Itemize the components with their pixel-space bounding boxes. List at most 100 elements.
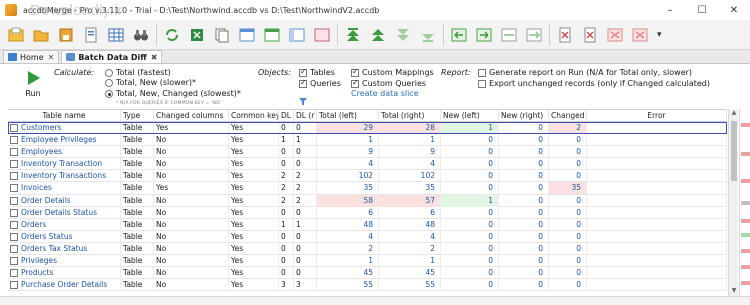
remove-record-right-icon[interactable] [630, 24, 650, 46]
queries-checkbox[interactable]: Queries [299, 78, 341, 88]
table-row[interactable]: Order Details Table No Yes 2 2 58 57 1 0 0 [8, 194, 727, 207]
table-name-cell[interactable]: Invoices [8, 182, 121, 195]
copy-right-icon[interactable] [474, 24, 494, 46]
previous-difference-icon[interactable] [368, 24, 388, 46]
row-select-checkbox[interactable] [10, 232, 18, 241]
table-name-cell[interactable]: Products [8, 267, 121, 280]
col-common-key[interactable]: Common key [229, 110, 279, 122]
tab-home-close-icon[interactable]: ✕ [48, 53, 55, 62]
col-type[interactable]: Type [121, 110, 154, 122]
table-row[interactable]: Orders Tax Status Table No Yes 0 0 2 2 0 0 0 [8, 242, 727, 256]
table-name-cell[interactable]: Inventory Transaction [8, 158, 121, 171]
table-icon[interactable] [237, 24, 257, 46]
merge-right-icon[interactable] [524, 24, 544, 46]
export-excel-icon[interactable] [187, 24, 207, 46]
row-select-checkbox[interactable] [10, 269, 18, 278]
save-icon[interactable] [56, 24, 76, 46]
col-table-name[interactable]: Table name [8, 110, 121, 122]
table-row[interactable]: Inventory Transactions Table No Yes 2 2 102 102… [8, 170, 727, 183]
table-row[interactable]: Order Details Status Table No Yes 0 0 6 6 0 0 0 [8, 206, 727, 219]
table-name-cell[interactable]: Order Details Status [8, 206, 121, 219]
generate-report-checkbox[interactable]: Generate report on Run (N/A for Total on… [478, 68, 692, 77]
remove-record-icon[interactable] [605, 24, 625, 46]
row-select-checkbox[interactable] [10, 257, 18, 266]
minimize-button[interactable]: – [654, 0, 686, 20]
table-row[interactable]: Employee Privileges Table No Yes 1 1 1 1 0 0 0 [8, 134, 727, 147]
filter-icon[interactable] [299, 98, 307, 105]
row-select-checkbox[interactable] [10, 148, 18, 157]
col-error[interactable]: Error [587, 110, 727, 122]
row-select-checkbox[interactable] [10, 244, 18, 253]
col-changed[interactable]: Changed [549, 110, 587, 122]
tab-batch-data-diff[interactable]: Batch Data Diff ✖ [61, 50, 163, 63]
vertical-scrollbar[interactable]: ▲ ▼ [728, 109, 738, 296]
table-row[interactable]: Privileges Table No Yes 0 0 1 1 0 0 0 [8, 255, 727, 268]
document-icon[interactable] [81, 24, 101, 46]
col-total-right[interactable]: Total (right) [379, 110, 441, 122]
grid-view-icon[interactable] [106, 24, 126, 46]
table-name-cell[interactable]: Customers [8, 122, 121, 134]
col-dl-right[interactable]: DL (r [294, 110, 317, 122]
scroll-thumb[interactable] [731, 121, 737, 181]
merge-left-icon[interactable] [499, 24, 519, 46]
table-columns-icon[interactable] [287, 24, 307, 46]
copy-left-icon[interactable] [449, 24, 469, 46]
table-row[interactable]: Orders Table No Yes 1 1 48 48 0 0 0 [8, 218, 727, 231]
table-row[interactable]: Products Table No Yes 0 0 45 45 0 0 0 [8, 267, 727, 280]
calc-option-total-new-changed[interactable]: Total, New, Changed (slowest)* [105, 89, 241, 98]
open-folder-icon[interactable] [31, 24, 51, 46]
row-select-checkbox[interactable] [10, 124, 18, 132]
table-pink-icon[interactable] [312, 24, 332, 46]
table-name-cell[interactable]: Employees [8, 146, 121, 159]
table-row[interactable]: Invoices Table Yes Yes 2 2 35 35 0 0 35 [8, 182, 727, 195]
calc-radio-total-new[interactable] [105, 78, 113, 87]
row-select-checkbox[interactable] [10, 172, 18, 181]
export-unchanged-checkbox[interactable]: Export unchanged records (only if Change… [478, 79, 710, 88]
toolbar-overflow-icon[interactable]: ▾ [657, 30, 662, 40]
custom-mappings-checkbox[interactable]: Custom Mappings [351, 67, 434, 77]
delete-right-icon[interactable] [580, 24, 600, 46]
tables-checkbox[interactable]: Tables [299, 67, 335, 77]
col-total-left[interactable]: Total (left) [317, 110, 379, 122]
create-data-slice-link[interactable]: Create data slice [351, 89, 419, 98]
table-green-icon[interactable] [262, 24, 282, 46]
run-button[interactable]: Run [18, 70, 48, 98]
custom-queries-checkbox[interactable]: Custom Queries [351, 78, 426, 88]
row-select-checkbox[interactable] [10, 281, 18, 290]
close-button[interactable]: ✕ [718, 0, 750, 20]
table-name-cell[interactable]: Orders Status [8, 230, 121, 243]
table-name-cell[interactable]: Orders Tax Status [8, 242, 121, 255]
col-dl-left[interactable]: DL (l [279, 110, 294, 122]
table-name-cell[interactable]: Orders [8, 218, 121, 231]
table-name-cell[interactable]: Purchase Order Details [8, 279, 121, 292]
scroll-down-icon[interactable]: ▼ [729, 287, 739, 296]
row-select-checkbox[interactable] [10, 184, 18, 193]
table-row[interactable]: Orders Status Table No Yes 0 0 4 4 0 0 0 [8, 230, 727, 243]
table-row[interactable]: Customers Table Yes Yes 0 0 29 28 1 0 2 [8, 122, 727, 135]
sync-icon[interactable] [162, 24, 182, 46]
calc-radio-total-new-changed[interactable] [105, 89, 113, 98]
tab-batch-close-icon[interactable]: ✖ [151, 53, 158, 62]
calc-option-total-new[interactable]: Total, New (slower)* [105, 78, 196, 87]
scroll-up-icon[interactable]: ▲ [729, 109, 739, 118]
col-new-right[interactable]: New (right) [499, 110, 549, 122]
table-name-cell[interactable]: Order Details [8, 194, 121, 207]
calc-radio-total[interactable] [105, 68, 113, 77]
delete-left-icon[interactable] [555, 24, 575, 46]
row-select-checkbox[interactable] [10, 208, 18, 217]
table-row[interactable]: Inventory Transaction Table No Yes 0 0 4 4 0 0 0 [8, 158, 727, 171]
row-select-checkbox[interactable] [10, 160, 18, 169]
copy-icon[interactable] [212, 24, 232, 46]
results-grid[interactable]: Table name Type Changed columns Common k… [8, 109, 727, 296]
table-row[interactable]: Purchase Order Details Table No Yes 3 3 55 55 0 0… [8, 279, 727, 292]
row-select-checkbox[interactable] [10, 220, 18, 229]
calc-option-total[interactable]: Total (fastest) [105, 68, 171, 77]
row-select-checkbox[interactable] [10, 196, 18, 205]
table-name-cell[interactable]: Inventory Transactions [8, 170, 121, 183]
table-name-cell[interactable]: Employee Privileges [8, 134, 121, 147]
row-select-checkbox[interactable] [10, 136, 18, 145]
binoculars-icon[interactable] [131, 24, 151, 46]
next-difference-icon[interactable] [393, 24, 413, 46]
difference-minimap[interactable] [739, 109, 750, 296]
first-difference-icon[interactable] [343, 24, 363, 46]
